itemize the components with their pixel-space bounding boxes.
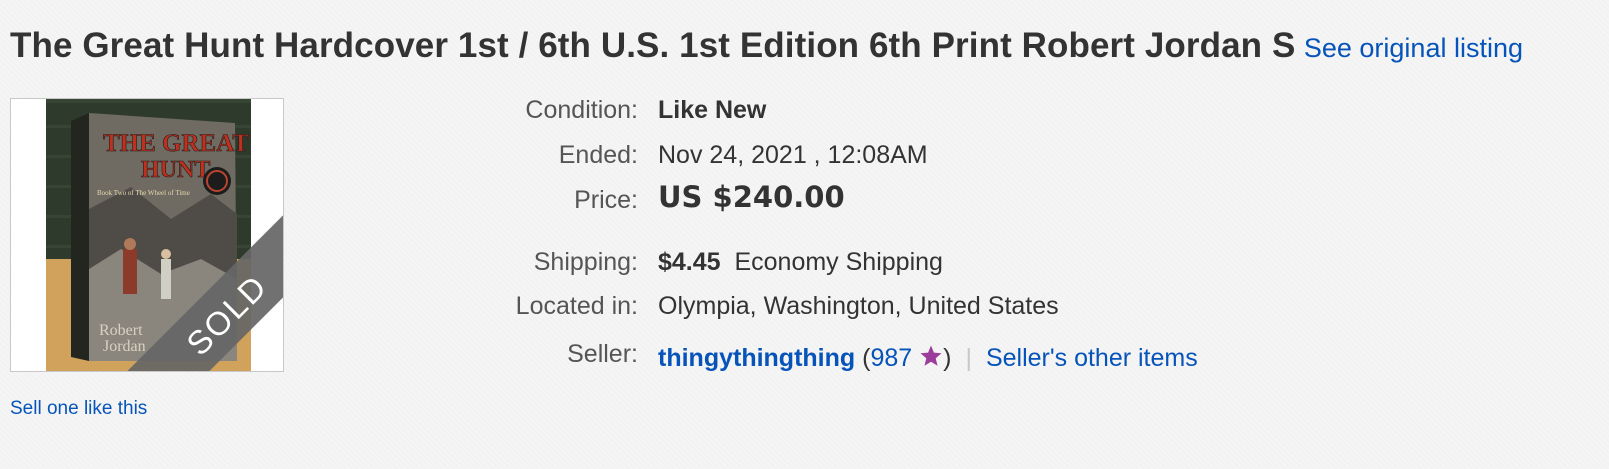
- condition-row: Condition:: [0, 96, 638, 128]
- listing-title: The Great Hunt Hardcover 1st / 6th U.S. …: [10, 26, 1296, 65]
- separator: |: [965, 344, 972, 372]
- book-author-line1: Robert: [99, 322, 143, 339]
- condition-label: Condition:: [525, 96, 638, 124]
- location-value: Olympia, Washington, United States: [658, 292, 1059, 320]
- shipping-label: Shipping:: [533, 248, 638, 276]
- price-value: US $240.00: [658, 180, 845, 214]
- seller-row: Seller:: [0, 340, 638, 372]
- ended-value: Nov 24, 2021 , 12:08AM: [658, 141, 928, 169]
- seller-value: thingythingthing (987 ) | Seller's other i…: [658, 344, 1198, 375]
- seller-name-link[interactable]: thingythingthing: [658, 344, 855, 372]
- location-row: Located in:: [0, 292, 638, 324]
- ended-label: Ended:: [558, 141, 638, 169]
- condition-value: Like New: [658, 96, 767, 124]
- see-original-listing-link[interactable]: See original listing: [1304, 33, 1523, 63]
- sellers-other-items-link[interactable]: Seller's other items: [986, 344, 1198, 372]
- sell-one-like-this-link[interactable]: Sell one like this: [10, 398, 147, 420]
- shipping-method: Economy Shipping: [734, 248, 943, 276]
- shipping-value: $4.45 Economy Shipping: [658, 248, 943, 277]
- seller-label: Seller:: [567, 340, 638, 368]
- book-cover-photo: THE GREAT HUNT Book Two of The Wheel of …: [11, 99, 283, 371]
- listing-title-row: The Great Hunt Hardcover 1st / 6th U.S. …: [10, 26, 1523, 66]
- purple-star-icon: [919, 344, 943, 375]
- shipping-cost: $4.45: [658, 248, 721, 276]
- location-label: Located in:: [515, 292, 638, 320]
- price-label: Price:: [574, 186, 638, 214]
- item-image[interactable]: THE GREAT HUNT Book Two of The Wheel of …: [10, 98, 284, 372]
- price-row: Price:: [0, 186, 638, 218]
- seller-feedback-count-link[interactable]: 987: [870, 344, 912, 372]
- feedback-close-paren: ): [943, 344, 952, 372]
- shipping-row: Shipping:: [0, 248, 638, 280]
- ended-row: Ended:: [0, 141, 638, 173]
